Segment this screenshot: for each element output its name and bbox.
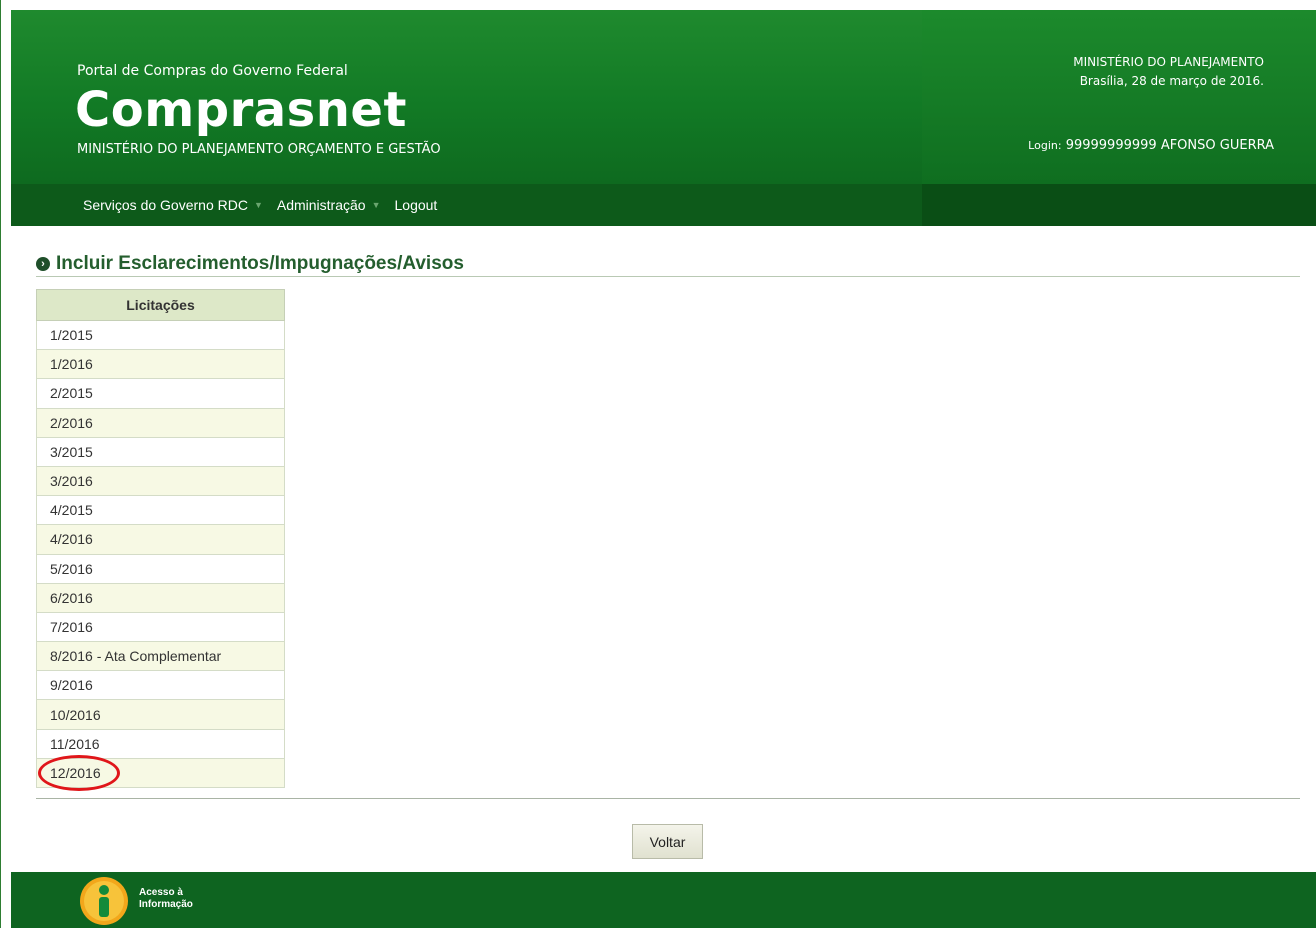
licitacao-link[interactable]: 9/2016 <box>36 670 285 701</box>
app-title[interactable]: Comprasnet <box>75 82 407 138</box>
info-icon[interactable] <box>79 876 129 926</box>
back-button[interactable]: Voltar <box>632 824 703 859</box>
licitacao-link[interactable]: 3/2015 <box>36 436 285 467</box>
licitacao-link[interactable]: 11/2016 <box>36 728 285 759</box>
current-date: Brasília, 28 de março de 2016. <box>1079 74 1264 88</box>
table-row[interactable]: 2/2016 <box>36 407 285 438</box>
acesso-line2: Informação <box>139 899 193 910</box>
licitacoes-table: Licitações 1/2015 1/2016 2/2015 2/2016 3… <box>36 289 285 789</box>
licitacao-link[interactable]: 7/2016 <box>36 611 285 643</box>
chevron-down-icon: ▼ <box>253 200 263 210</box>
nav-servicos-rdc[interactable]: Serviços do Governo RDC ▼ <box>83 197 263 213</box>
table-row[interactable]: 4/2016 <box>36 524 285 555</box>
page-title: › Incluir Esclarecimentos/Impugnações/Av… <box>36 252 1300 277</box>
nav-administracao[interactable]: Administração ▼ <box>277 197 381 213</box>
table-row[interactable]: 6/2016 <box>36 582 285 613</box>
site-header: Portal de Compras do Governo Federal Com… <box>11 10 1316 184</box>
highlight-annotation <box>38 755 120 791</box>
nav-label: Administração <box>276 197 366 213</box>
licitacao-link[interactable]: 4/2015 <box>36 495 285 526</box>
ministry-subtitle: MINISTÉRIO DO PLANEJAMENTO ORÇAMENTO E G… <box>77 142 441 157</box>
divider <box>36 798 1300 799</box>
acesso-line1: Acesso à <box>139 887 183 898</box>
licitacao-link[interactable]: 2/2016 <box>36 407 285 438</box>
licitacao-link[interactable]: 5/2016 <box>36 553 285 584</box>
nav-right-panel <box>922 184 1316 226</box>
licitacao-link[interactable]: 8/2016 - Ata Complementar <box>36 641 285 672</box>
licitacao-link[interactable]: 6/2016 <box>36 582 285 613</box>
table-row[interactable]: 1/2016 <box>36 349 285 380</box>
table-row[interactable]: 8/2016 - Ata Complementar <box>36 641 285 672</box>
nav-logout[interactable]: Logout <box>395 197 438 213</box>
licitacao-link[interactable]: 4/2016 <box>36 524 285 555</box>
table-row[interactable]: 10/2016 <box>36 699 285 730</box>
acesso-informacao-link[interactable]: Acesso à Informação <box>139 887 193 911</box>
table-row[interactable]: 3/2015 <box>36 436 285 467</box>
nav-label: Serviços do Governo RDC <box>83 197 248 213</box>
table-row[interactable]: 1/2015 <box>36 319 285 351</box>
table-row[interactable]: 2/2015 <box>36 378 285 409</box>
licitacao-link[interactable]: 10/2016 <box>36 699 285 730</box>
table-row[interactable]: 11/2016 <box>36 728 285 759</box>
page-title-text: Incluir Esclarecimentos/Impugnações/Avis… <box>56 253 464 274</box>
site-footer: Acesso à Informação <box>11 872 1316 928</box>
ministry-info: MINISTÉRIO DO PLANEJAMENTO Brasília, 28 … <box>1073 53 1264 91</box>
table-row[interactable]: 7/2016 <box>36 611 285 643</box>
table-row[interactable]: 5/2016 <box>36 553 285 584</box>
table-header: Licitações <box>36 289 285 321</box>
portal-subtitle: Portal de Compras do Governo Federal <box>77 63 348 79</box>
header-right-panel <box>922 10 1316 184</box>
login-value: 99999999999 AFONSO GUERRA <box>1065 138 1274 153</box>
licitacao-link[interactable]: 2/2015 <box>36 378 285 409</box>
main-nav: Serviços do Governo RDC ▼ Administração … <box>11 184 1316 226</box>
login-info: Login: 99999999999 AFONSO GUERRA <box>1028 138 1274 153</box>
table-row[interactable]: 4/2015 <box>36 495 285 526</box>
table-row[interactable]: 9/2016 <box>36 670 285 701</box>
nav-label: Logout <box>394 197 438 213</box>
licitacao-link[interactable]: 3/2016 <box>36 465 285 497</box>
licitacao-link[interactable]: 1/2015 <box>36 319 285 351</box>
login-label: Login: <box>1028 139 1062 152</box>
licitacao-link[interactable]: 1/2016 <box>36 349 285 380</box>
chevron-down-icon: ▼ <box>371 200 381 210</box>
ministry-name: MINISTÉRIO DO PLANEJAMENTO <box>1073 55 1264 69</box>
table-row[interactable]: 3/2016 <box>36 465 285 497</box>
arrow-right-circle-icon: › <box>36 257 50 271</box>
